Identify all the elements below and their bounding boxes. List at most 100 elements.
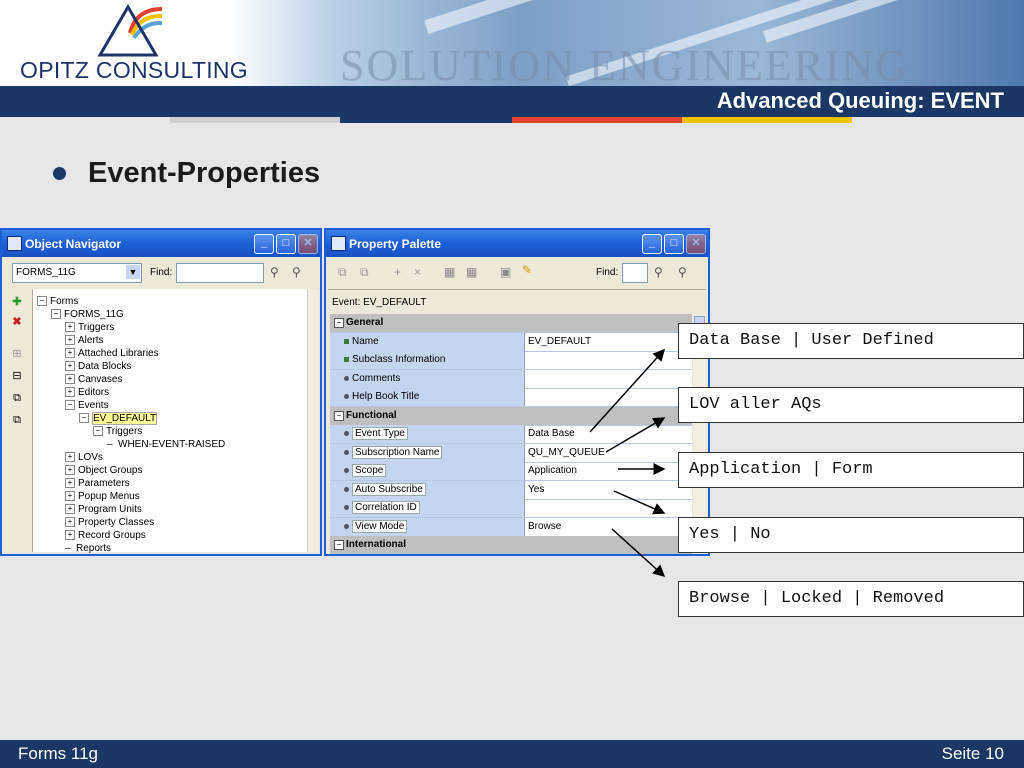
minimize-button[interactable]: _ [254, 234, 274, 254]
expand-node-icon[interactable]: + [65, 335, 75, 345]
tree-node[interactable]: + Program Units [65, 503, 142, 516]
tree-node[interactable]: + Alerts [65, 334, 104, 347]
tree-node[interactable]: + Editors [65, 386, 109, 399]
union-icon[interactable]: ▦ [444, 265, 455, 279]
collapse-node-icon[interactable]: − [37, 296, 47, 306]
maximize-button[interactable]: □ [276, 234, 296, 254]
tree-node[interactable]: + LOVs [65, 451, 103, 464]
create-icon[interactable]: ✚ [10, 295, 24, 309]
inherit-icon[interactable]: ▣ [500, 265, 511, 279]
tree-node[interactable]: – Reports [65, 542, 111, 554]
collapse-icon[interactable]: ⊟ [10, 369, 24, 383]
search-forward-icon[interactable]: ⚲ [270, 265, 279, 279]
tree-node[interactable]: + Data Blocks [65, 360, 131, 373]
intersection-icon[interactable]: ▦ [466, 265, 477, 279]
delete-icon[interactable]: ✖ [10, 315, 24, 329]
expand-node-icon[interactable]: + [65, 517, 75, 527]
property-row[interactable]: Correlation ID [330, 499, 692, 518]
pin-icon[interactable]: ✎ [522, 263, 532, 277]
tree-node[interactable]: − EV_DEFAULT [79, 412, 158, 425]
minimize-button[interactable]: _ [642, 234, 662, 254]
property-category[interactable]: − International [330, 536, 692, 554]
property-value[interactable]: Data Base [528, 428, 575, 439]
copy-properties-icon[interactable]: ⧉ [338, 265, 347, 280]
callout-subscription-name: LOV aller AQs [678, 387, 1024, 423]
property-row[interactable]: Event Type Data Base [330, 425, 692, 444]
tree-node-label: WHEN-EVENT-RAISED [118, 439, 226, 450]
tree-node[interactable]: + Parameters [65, 477, 130, 490]
tree-node[interactable]: − Triggers [93, 425, 142, 438]
search-backward-icon[interactable]: ⚲ [678, 265, 687, 279]
expand-node-icon[interactable]: + [65, 465, 75, 475]
property-row[interactable]: View Mode Browse [330, 517, 692, 537]
tree-node[interactable]: – WHEN-EVENT-RAISED [107, 438, 225, 451]
expand-node-icon[interactable]: + [65, 478, 75, 488]
object-navigator-titlebar[interactable]: Object Navigator _ □ ✕ [2, 230, 320, 257]
collapse-node-icon[interactable]: − [93, 426, 103, 436]
expand-node-icon[interactable]: + [65, 361, 75, 371]
tree-node[interactable]: + Record Groups [65, 529, 146, 542]
collapse-node-icon[interactable]: − [65, 400, 75, 410]
palette-app-icon [331, 236, 346, 251]
property-name-cell: Comments [330, 369, 525, 388]
tree-node[interactable]: − Events [65, 399, 109, 412]
tree-node[interactable]: − Forms [37, 295, 78, 308]
expand-node-icon[interactable]: + [65, 504, 75, 514]
chevron-down-icon[interactable]: ▼ [126, 265, 140, 279]
close-button[interactable]: ✕ [298, 234, 318, 254]
property-row[interactable]: Subscription Name QU_MY_QUEUE [330, 443, 692, 463]
property-row[interactable]: Auto Subscribe Yes [330, 480, 692, 500]
collapse-category-icon[interactable]: − [334, 410, 344, 421]
header-banner: SOLUTION ENGINEERING OPITZ CONSULTING [0, 0, 1024, 86]
property-row[interactable]: Help Book Title [330, 388, 692, 407]
property-category-label: General [346, 317, 384, 328]
expand-node-icon[interactable]: + [65, 374, 75, 384]
property-value[interactable]: Yes [528, 484, 544, 495]
expand-node-icon[interactable]: + [65, 322, 75, 332]
tree-node[interactable]: + Popup Menus [65, 490, 140, 503]
expand-all-icon[interactable]: ⧉ [10, 391, 24, 405]
property-row[interactable]: Comments [330, 369, 692, 389]
search-backward-icon[interactable]: ⚲ [292, 265, 301, 279]
property-name-cell: Scope [330, 462, 525, 480]
tree-node[interactable]: + Object Groups [65, 464, 142, 477]
expand-node-icon[interactable]: + [65, 491, 75, 501]
property-name-cell: Name [330, 332, 525, 351]
tree-node[interactable]: + Triggers [65, 321, 114, 334]
expand-icon[interactable]: ⊞ [10, 347, 24, 361]
property-value[interactable]: Browse [528, 521, 561, 532]
collapse-node-icon[interactable]: − [79, 413, 89, 423]
delete-property-icon[interactable]: × [414, 265, 421, 279]
property-category[interactable]: − General [330, 314, 692, 333]
tree-node[interactable]: − FORMS_11G [51, 308, 124, 321]
find-input[interactable] [176, 263, 264, 283]
module-select[interactable]: FORMS_11G ▼ [12, 263, 142, 283]
property-value[interactable]: QU_MY_QUEUE [528, 447, 605, 458]
property-row[interactable]: Subclass Information [330, 351, 692, 370]
collapse-category-icon[interactable]: − [334, 318, 344, 328]
property-value[interactable]: EV_DEFAULT [528, 336, 591, 347]
maximize-button[interactable]: □ [664, 234, 684, 254]
close-button[interactable]: ✕ [686, 234, 706, 254]
property-palette-titlebar[interactable]: Property Palette _ □ ✕ [326, 230, 708, 257]
title-bar: Advanced Queuing: EVENT [0, 86, 1024, 117]
search-forward-icon[interactable]: ⚲ [654, 265, 663, 279]
expand-node-icon[interactable]: + [65, 348, 75, 358]
paste-properties-icon[interactable]: ⧉ [360, 265, 369, 280]
property-category[interactable]: − Functional [330, 406, 692, 426]
expand-node-icon[interactable]: + [65, 452, 75, 462]
tree-node[interactable]: + Property Classes [65, 516, 154, 529]
expand-node-icon[interactable]: + [65, 530, 75, 540]
collapse-all-icon[interactable]: ⧉ [10, 413, 24, 427]
find-input[interactable] [622, 263, 648, 283]
collapse-category-icon[interactable]: − [334, 540, 344, 550]
tree-node[interactable]: + Attached Libraries [65, 347, 159, 360]
property-row[interactable]: Scope Application [330, 462, 692, 481]
property-value[interactable]: Application [528, 465, 577, 476]
property-row[interactable]: Name EV_DEFAULT [330, 332, 692, 352]
navigator-scrollbar[interactable] [307, 289, 318, 552]
add-property-icon[interactable]: + [394, 265, 401, 279]
tree-node[interactable]: + Canvases [65, 373, 122, 386]
expand-node-icon[interactable]: + [65, 387, 75, 397]
collapse-node-icon[interactable]: − [51, 309, 61, 319]
